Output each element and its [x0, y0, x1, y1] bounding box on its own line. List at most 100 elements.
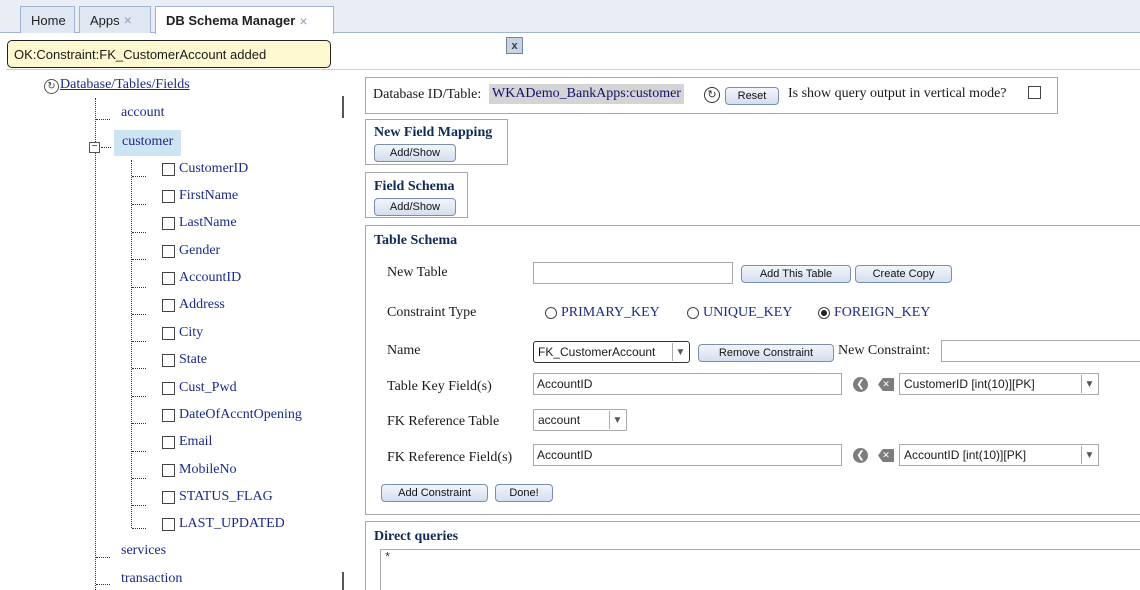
- field-checkbox[interactable]: [162, 244, 175, 258]
- new-table-input[interactable]: [533, 262, 733, 284]
- collapse-icon[interactable]: −: [89, 142, 100, 153]
- tree-connector: [132, 451, 146, 452]
- tree-field[interactable]: DateOfAccntOpening: [162, 407, 302, 423]
- table-key-field-select[interactable]: CustomerID [int(10)][PK] ▼: [899, 373, 1099, 395]
- tab-apps-close-icon[interactable]: ×: [124, 12, 132, 28]
- tree-field-label: LAST_UPDATED: [179, 516, 285, 531]
- field-checkbox[interactable]: [162, 463, 175, 477]
- tree-scrollbar-bottom[interactable]: [342, 572, 344, 590]
- tab-db-schema-manager-close-icon[interactable]: ×: [299, 13, 307, 29]
- tab-db-schema-manager[interactable]: DB Schema Manager ×: [155, 6, 334, 34]
- chevron-left-icon[interactable]: ❮: [853, 448, 868, 463]
- tree-connector: [131, 160, 132, 528]
- tab-apps[interactable]: Apps ×: [79, 6, 151, 33]
- new-constraint-input[interactable]: [941, 340, 1140, 362]
- tree-field[interactable]: City: [162, 325, 203, 341]
- done-button[interactable]: Done!: [495, 484, 553, 502]
- tree-table-transaction[interactable]: transaction: [121, 571, 182, 587]
- fk-reference-field-label: FK Reference Field(s): [387, 450, 513, 465]
- vertical-mode-checkbox[interactable]: [1028, 86, 1041, 99]
- db-table-label: Database ID/Table:: [373, 87, 482, 102]
- constraint-type-label: Constraint Type: [387, 305, 477, 320]
- tree-field[interactable]: STATUS_FLAG: [162, 489, 273, 505]
- remove-constraint-button[interactable]: Remove Constraint: [698, 344, 834, 362]
- tree-field-label: FirstName: [179, 188, 239, 203]
- table-schema-title: Table Schema: [374, 233, 458, 248]
- field-checkbox[interactable]: [162, 381, 175, 395]
- tree-root-link[interactable]: Database/Tables/Fields: [60, 77, 190, 93]
- tab-home-label: Home: [31, 12, 66, 28]
- reset-button[interactable]: Reset: [725, 87, 779, 105]
- tree-field-label: Address: [179, 297, 225, 312]
- tree-field-label: MobileNo: [179, 462, 237, 477]
- tree-field[interactable]: Address: [162, 297, 225, 313]
- field-checkbox[interactable]: [162, 490, 175, 504]
- tree-table-account[interactable]: account: [121, 105, 165, 121]
- field-checkbox[interactable]: [162, 408, 175, 422]
- fk-reference-field-select-value: AccountID [int(10)][PK]: [904, 448, 1027, 462]
- refresh-icon[interactable]: ↻: [44, 79, 59, 94]
- field-checkbox[interactable]: [162, 298, 175, 312]
- tree-connector: [132, 478, 146, 479]
- tree-table-services[interactable]: services: [121, 543, 166, 559]
- new-field-mapping-add-show-button[interactable]: Add/Show: [374, 144, 456, 162]
- tree-connector: [132, 287, 146, 288]
- fk-reference-field-select[interactable]: AccountID [int(10)][PK] ▼: [899, 444, 1099, 466]
- tab-home[interactable]: Home: [20, 6, 75, 33]
- table-key-field-label: Table Key Field(s): [387, 379, 492, 394]
- tree-field[interactable]: Cust_Pwd: [162, 380, 237, 396]
- create-copy-button[interactable]: Create Copy: [855, 265, 952, 283]
- field-checkbox[interactable]: [162, 517, 175, 531]
- tab-bar: Home Apps × DB Schema Manager ×: [0, 0, 1140, 34]
- tree-scrollbar-top[interactable]: [342, 96, 344, 118]
- radio-primary-key[interactable]: PRIMARY_KEY: [545, 305, 660, 321]
- field-checkbox[interactable]: [162, 353, 175, 367]
- tree-field[interactable]: Gender: [162, 243, 220, 259]
- field-checkbox[interactable]: [162, 216, 175, 230]
- radio-foreign-key[interactable]: FOREIGN_KEY: [818, 305, 930, 321]
- field-checkbox[interactable]: [162, 435, 175, 449]
- field-checkbox[interactable]: [162, 271, 175, 285]
- status-message: OK:Constraint:FK_CustomerAccount added: [7, 40, 331, 68]
- radio-foreign-key-label: FOREIGN_KEY: [834, 305, 931, 320]
- tree-connector: [132, 396, 146, 397]
- tree-field[interactable]: FirstName: [162, 188, 238, 204]
- db-table-value: WKADemo_BankApps:customer: [489, 84, 684, 104]
- direct-query-textarea[interactable]: *: [380, 549, 1140, 590]
- tree-connector: [101, 147, 111, 148]
- fk-reference-table-select[interactable]: account ▼: [533, 409, 627, 431]
- radio-foreign-key-dot[interactable]: [818, 307, 830, 319]
- constraint-name-select[interactable]: FK_CustomerAccount ▼: [533, 341, 690, 363]
- radio-unique-key[interactable]: UNIQUE_KEY: [687, 305, 792, 321]
- radio-primary-key-dot[interactable]: [545, 307, 557, 319]
- refresh-icon[interactable]: ↻: [704, 87, 720, 103]
- tree-field[interactable]: LAST_UPDATED: [162, 516, 285, 532]
- tree-field[interactable]: State: [162, 352, 207, 368]
- tree-field-label: STATUS_FLAG: [179, 489, 273, 504]
- field-checkbox[interactable]: [162, 162, 175, 176]
- tree-table-customer[interactable]: customer: [114, 130, 182, 156]
- tree-field[interactable]: AccountID: [162, 270, 241, 286]
- fk-reference-field-input[interactable]: AccountID: [533, 444, 842, 466]
- field-schema-add-show-button[interactable]: Add/Show: [374, 198, 456, 216]
- new-table-label: New Table: [387, 265, 448, 280]
- tree-field[interactable]: CustomerID: [162, 161, 248, 177]
- radio-unique-key-dot[interactable]: [687, 307, 699, 319]
- field-checkbox[interactable]: [162, 189, 175, 203]
- tree-field[interactable]: Email: [162, 434, 212, 450]
- constraint-name-value: FK_CustomerAccount: [538, 345, 656, 359]
- field-checkbox[interactable]: [162, 326, 175, 340]
- tree-connector: [132, 204, 146, 205]
- fk-reference-table-label: FK Reference Table: [387, 414, 500, 429]
- table-key-field-input[interactable]: AccountID: [533, 373, 842, 395]
- tree-field[interactable]: LastName: [162, 215, 237, 231]
- close-icon: x: [511, 39, 518, 52]
- add-this-table-button[interactable]: Add This Table: [741, 265, 851, 283]
- status-close-button[interactable]: x: [506, 37, 523, 54]
- tree-field[interactable]: MobileNo: [162, 462, 237, 478]
- tree-connector: [132, 528, 146, 529]
- chevron-left-icon[interactable]: ❮: [853, 377, 868, 392]
- add-this-table-label: Add This Table: [759, 268, 833, 280]
- add-constraint-button[interactable]: Add Constraint: [381, 484, 488, 502]
- tree-field-label: LastName: [179, 215, 237, 230]
